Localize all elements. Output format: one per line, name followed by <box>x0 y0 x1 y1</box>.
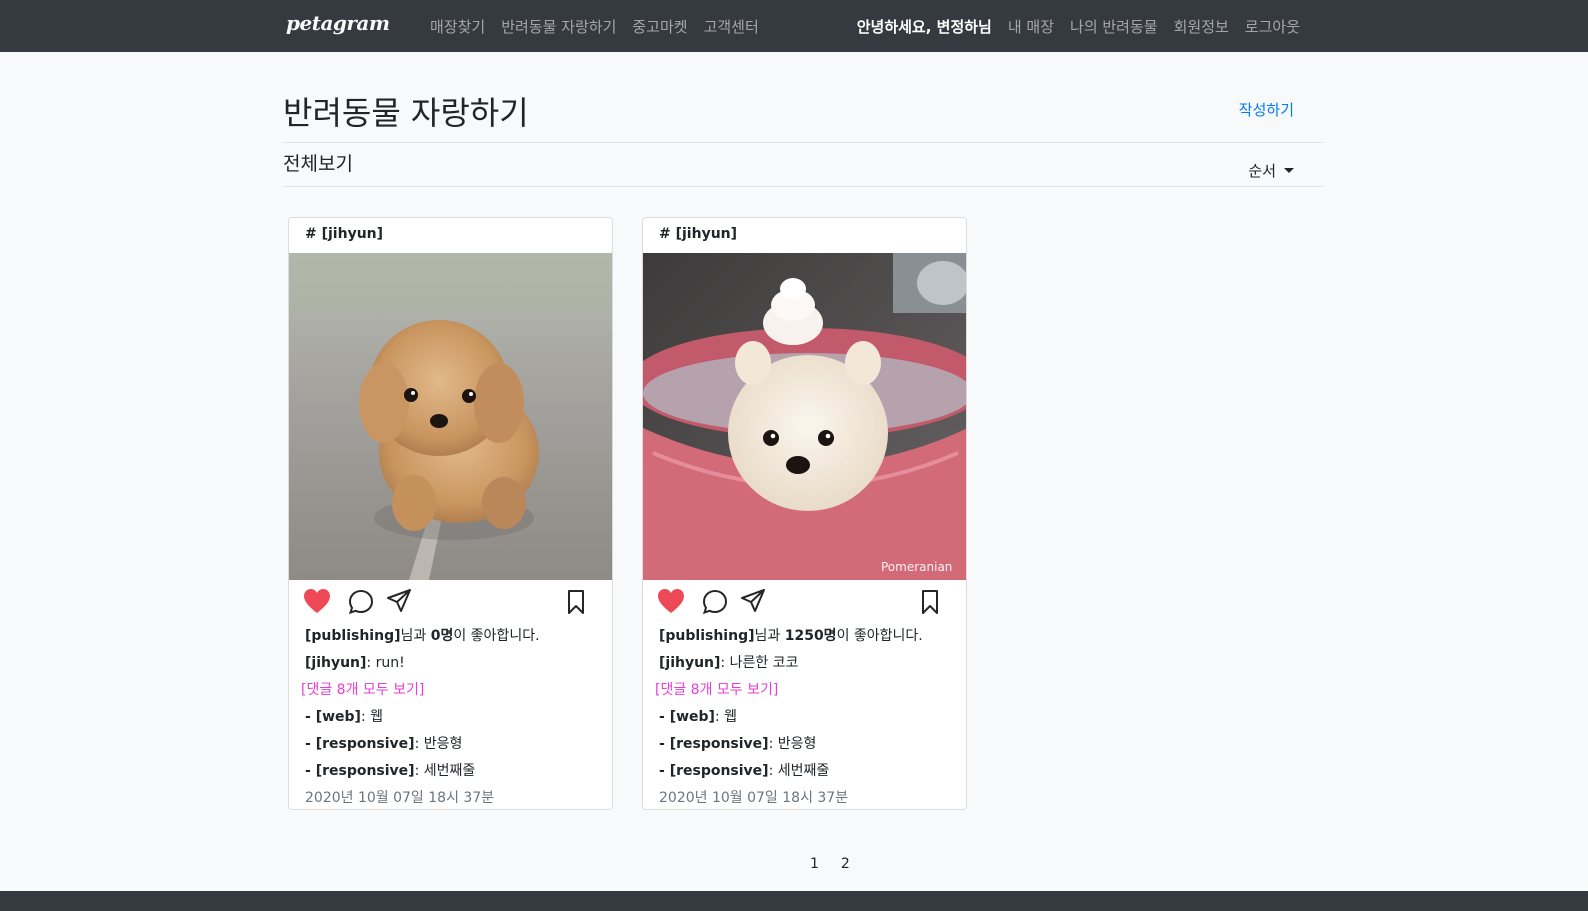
write-post-link[interactable]: 작성하기 <box>1239 99 1294 120</box>
footer-bar <box>0 891 1588 911</box>
comment-user[interactable]: [web] <box>316 709 361 725</box>
bookmark-icon[interactable] <box>921 589 939 615</box>
nav-link-pet-showoff[interactable]: 반려동물 자랑하기 <box>501 16 616 37</box>
sort-label: 순서 <box>1248 162 1276 180</box>
comment-text: : 반응형 <box>768 736 817 752</box>
comment-item: - [web]: 웹 <box>659 709 737 725</box>
top-navbar: petagram 매장찾기 반려동물 자랑하기 중고마켓 고객센터 안녕하세요,… <box>0 0 1588 52</box>
comment-item: - [responsive]: 세번째줄 <box>659 763 830 779</box>
post-date: 2020년 10월 07일 18시 37분 <box>305 790 495 806</box>
comment-user[interactable]: [responsive] <box>316 736 415 752</box>
nav-link-store-finder[interactable]: 매장찾기 <box>430 16 485 37</box>
caption-line: [jihyun]: run! <box>305 650 596 677</box>
comment-item: - [responsive]: 세번째줄 <box>305 763 476 779</box>
pagination: 1 2 <box>810 856 850 872</box>
page-link-1[interactable]: 1 <box>810 856 819 872</box>
nav-link-used-market[interactable]: 중고마켓 <box>632 16 687 37</box>
caption-text: : run! <box>366 655 405 671</box>
comment-user[interactable]: [responsive] <box>316 763 415 779</box>
comment-item: - [web]: 웹 <box>305 709 383 725</box>
like-count: 1250명 <box>784 628 837 644</box>
image-watermark: Pomeranian <box>881 560 952 574</box>
share-send-icon[interactable] <box>386 588 412 614</box>
nav-link-logout[interactable]: 로그아웃 <box>1245 16 1300 37</box>
view-all-label: 전체보기 <box>283 153 353 175</box>
post-actions <box>289 580 612 623</box>
nav-link-my-pets[interactable]: 나의 반려동물 <box>1070 16 1158 37</box>
comment-user[interactable]: [web] <box>670 709 715 725</box>
caption-text: : 나른한 코코 <box>720 655 799 671</box>
comment-bubble-icon[interactable] <box>348 589 374 615</box>
comment-user[interactable]: [responsive] <box>670 763 769 779</box>
post-image-poodle-puppy[interactable] <box>289 253 612 580</box>
comment-text: : 웹 <box>360 709 383 725</box>
comment-text: : 세번째줄 <box>414 763 476 779</box>
subtitle-divider <box>283 186 1323 187</box>
brand-logo[interactable]: petagram <box>286 11 390 35</box>
post-card: # [jihyun] <box>642 217 967 810</box>
likes-line: [publishing]님과 1250명이 좋아합니다. <box>659 628 923 644</box>
comment-bubble-icon[interactable] <box>702 589 728 615</box>
caption-author[interactable]: [jihyun] <box>659 655 720 671</box>
nav-main-links: 매장찾기 반려동물 자랑하기 중고마켓 고객센터 <box>430 16 759 37</box>
user-greeting: 안녕하세요, 변정하님 <box>856 18 992 36</box>
comment-item: - [responsive]: 반응형 <box>659 736 817 752</box>
comment-item: - [responsive]: 반응형 <box>305 736 463 752</box>
like-heart-icon[interactable] <box>303 588 331 614</box>
comment-text: : 반응형 <box>414 736 463 752</box>
sort-dropdown[interactable]: 순서 <box>1248 160 1294 181</box>
post-card: # [jihyun] <box>288 217 613 810</box>
post-actions <box>643 580 966 623</box>
caption-line: [jihyun]: 나른한 코코 <box>659 650 950 677</box>
caption-author[interactable]: [jihyun] <box>305 655 366 671</box>
view-all-comments-link[interactable]: [댓글 8개 모두 보기] <box>301 682 424 698</box>
like-heart-icon[interactable] <box>657 588 685 614</box>
like-count: 0명 <box>430 628 454 644</box>
comment-text: : 웹 <box>714 709 737 725</box>
page-title: 반려동물 자랑하기 <box>283 94 529 132</box>
bookmark-icon[interactable] <box>567 589 585 615</box>
post-image-pomeranian-bath[interactable]: Pomeranian <box>643 253 966 580</box>
page-link-2[interactable]: 2 <box>841 856 850 872</box>
post-date: 2020년 10월 07일 18시 37분 <box>659 790 849 806</box>
poodle-puppy-photo <box>289 253 612 580</box>
post-author: # [jihyun] <box>659 226 738 242</box>
share-send-icon[interactable] <box>740 588 766 614</box>
likes-line: [publishing]님과 0명이 좋아합니다. <box>305 628 540 644</box>
post-author: # [jihyun] <box>305 226 384 242</box>
like-user[interactable]: [publishing] <box>659 628 755 644</box>
comment-user[interactable]: [responsive] <box>670 736 769 752</box>
nav-user-links: 안녕하세요, 변정하님 내 매장 나의 반려동물 회원정보 로그아웃 <box>857 16 1300 37</box>
caret-down-icon <box>1284 168 1294 173</box>
pomeranian-bath-photo: Pomeranian <box>643 253 966 580</box>
post-body: [publishing]님과 1250명이 좋아합니다. [jihyun]: 나… <box>643 623 966 809</box>
post-body: [publishing]님과 0명이 좋아합니다. [jihyun]: run!… <box>289 623 612 809</box>
view-all-comments-link[interactable]: [댓글 8개 모두 보기] <box>655 682 778 698</box>
nav-link-customer-center[interactable]: 고객센터 <box>704 16 759 37</box>
nav-link-account-info[interactable]: 회원정보 <box>1174 16 1229 37</box>
like-user[interactable]: [publishing] <box>305 628 401 644</box>
title-divider <box>283 142 1323 143</box>
nav-link-my-store[interactable]: 내 매장 <box>1008 16 1054 37</box>
comment-text: : 세번째줄 <box>768 763 830 779</box>
